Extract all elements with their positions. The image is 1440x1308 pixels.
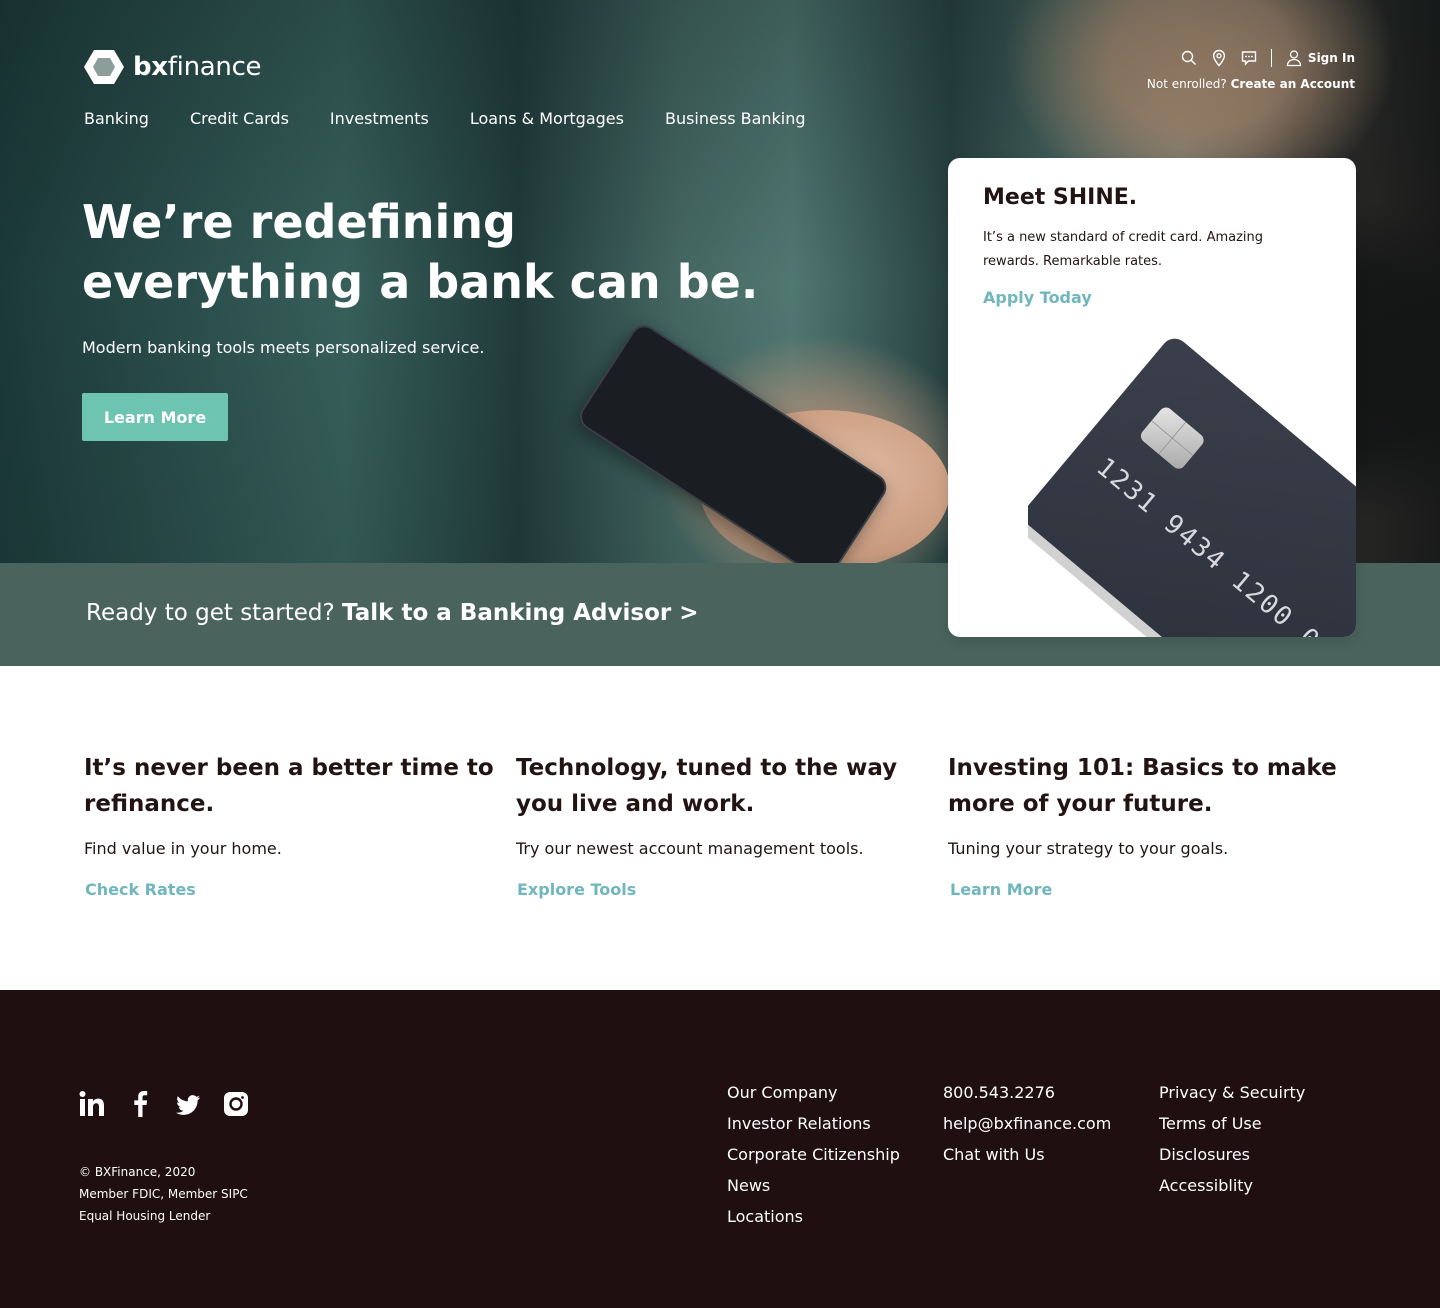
check-rates-link[interactable]: Check Rates: [85, 880, 494, 899]
instagram-icon[interactable]: [223, 1090, 249, 1118]
learn-more-link[interactable]: Learn More: [950, 880, 1358, 899]
equal-housing: Equal Housing Lender: [79, 1209, 211, 1223]
footer-contact-links: 800.543.2276 help@bxfinance.com Chat wit…: [943, 1077, 1111, 1170]
footer-chat-link[interactable]: Chat with Us: [943, 1139, 1111, 1170]
search-icon[interactable]: [1181, 49, 1197, 67]
nav-item-business-banking[interactable]: Business Banking: [665, 109, 806, 128]
hero-headline: We’re redefining everything a bank can b…: [82, 192, 782, 312]
sign-in-link[interactable]: Sign In: [1286, 49, 1355, 67]
footer-link-accessibility[interactable]: Accessiblity: [1159, 1170, 1305, 1201]
feature-body: Tuning your strategy to your goals.: [948, 839, 1229, 858]
explore-tools-link[interactable]: Explore Tools: [517, 880, 926, 899]
main-nav: Banking Credit Cards Investments Loans &…: [84, 109, 806, 128]
footer-policy-links: Privacy & Secuirty Terms of Use Disclosu…: [1159, 1077, 1305, 1201]
footer-email-link[interactable]: help@bxfinance.com: [943, 1108, 1111, 1139]
hero-headline-line-2: everything a bank can be.: [82, 255, 759, 309]
hero-headline-line-1: We’re redefining: [82, 195, 516, 249]
copyright: © BXFinance, 2020: [79, 1165, 196, 1179]
banking-advisor-link[interactable]: Talk to a Banking Advisor >: [342, 600, 698, 626]
footer-link-disclosures[interactable]: Disclosures: [1159, 1139, 1305, 1170]
credit-card-graphic: 1231 9434 1200 0200: [1022, 338, 1356, 637]
not-enrolled-text: Not enrolled?: [1146, 77, 1227, 91]
footer-link-terms[interactable]: Terms of Use: [1159, 1108, 1305, 1139]
nav-item-loans-mortgages[interactable]: Loans & Mortgages: [470, 109, 624, 128]
advisor-prefix: Ready to get started?: [86, 600, 335, 626]
feature-title: Investing 101: Basics to make more of yo…: [948, 755, 1337, 817]
linkedin-icon[interactable]: [79, 1090, 105, 1118]
sign-in-label: Sign In: [1307, 51, 1355, 65]
twitter-icon[interactable]: [175, 1090, 201, 1118]
shine-promo-card: Meet SHINE. It’s a new standard of credi…: [948, 158, 1356, 637]
footer-phone-link[interactable]: 800.543.2276: [943, 1077, 1111, 1108]
logo-wordmark: bxfinance: [133, 52, 262, 82]
feature-refinance: It’s never been a better time to refinan…: [84, 750, 494, 899]
apply-today-link[interactable]: Apply Today: [983, 288, 1092, 307]
footer-link-investor-relations[interactable]: Investor Relations: [727, 1108, 900, 1139]
feature-title: Technology, tuned to the way you live an…: [516, 755, 898, 817]
feature-body: Find value in your home.: [84, 839, 282, 858]
social-links: [79, 1090, 249, 1118]
nav-item-banking[interactable]: Banking: [84, 109, 149, 128]
utility-bar: Sign In: [1181, 49, 1355, 67]
nav-item-credit-cards[interactable]: Credit Cards: [190, 109, 289, 128]
facebook-icon[interactable]: [127, 1090, 153, 1118]
logo-hexagon-icon: [84, 50, 124, 84]
chat-icon[interactable]: [1241, 49, 1257, 67]
logo-light-text: finance: [167, 52, 262, 82]
feature-technology: Technology, tuned to the way you live an…: [516, 750, 926, 899]
promo-body: It’s a new standard of credit card. Amaz…: [983, 230, 1264, 269]
logo-bold-text: bx: [133, 52, 168, 82]
footer-link-locations[interactable]: Locations: [727, 1201, 900, 1232]
create-account-link[interactable]: Create an Account: [1231, 77, 1355, 91]
nav-item-investments[interactable]: Investments: [330, 109, 429, 128]
feature-title: It’s never been a better time to refinan…: [84, 755, 494, 817]
footer-company-links: Our Company Investor Relations Corporate…: [727, 1077, 900, 1232]
user-icon: [1286, 50, 1302, 67]
utility-divider: [1270, 49, 1272, 67]
location-pin-icon[interactable]: [1211, 49, 1227, 67]
member-fdic: Member FDIC, Member SIPC: [79, 1187, 248, 1201]
credit-card-image: 1231 9434 1200 0200: [1022, 338, 1356, 637]
feature-body: Try our newest account management tools.: [516, 839, 864, 858]
hero-learn-more-button[interactable]: Learn More: [82, 393, 228, 441]
footer-link-our-company[interactable]: Our Company: [727, 1077, 900, 1108]
feature-investing: Investing 101: Basics to make more of yo…: [948, 750, 1358, 899]
bxfinance-logo[interactable]: bxfinance: [84, 49, 262, 85]
footer-link-privacy[interactable]: Privacy & Secuirty: [1159, 1077, 1305, 1108]
legal-text: © BXFinance, 2020 Member FDIC, Member SI…: [79, 1161, 248, 1227]
hero-subtitle: Modern banking tools meets personalized …: [82, 338, 485, 357]
footer-link-corporate-citizenship[interactable]: Corporate Citizenship: [727, 1139, 900, 1170]
footer-link-news[interactable]: News: [727, 1170, 900, 1201]
promo-title: Meet SHINE.: [983, 185, 1138, 210]
advisor-cta: Ready to get started? Talk to a Banking …: [86, 600, 699, 626]
enroll-prompt: Not enrolled? Create an Account: [1147, 77, 1355, 91]
